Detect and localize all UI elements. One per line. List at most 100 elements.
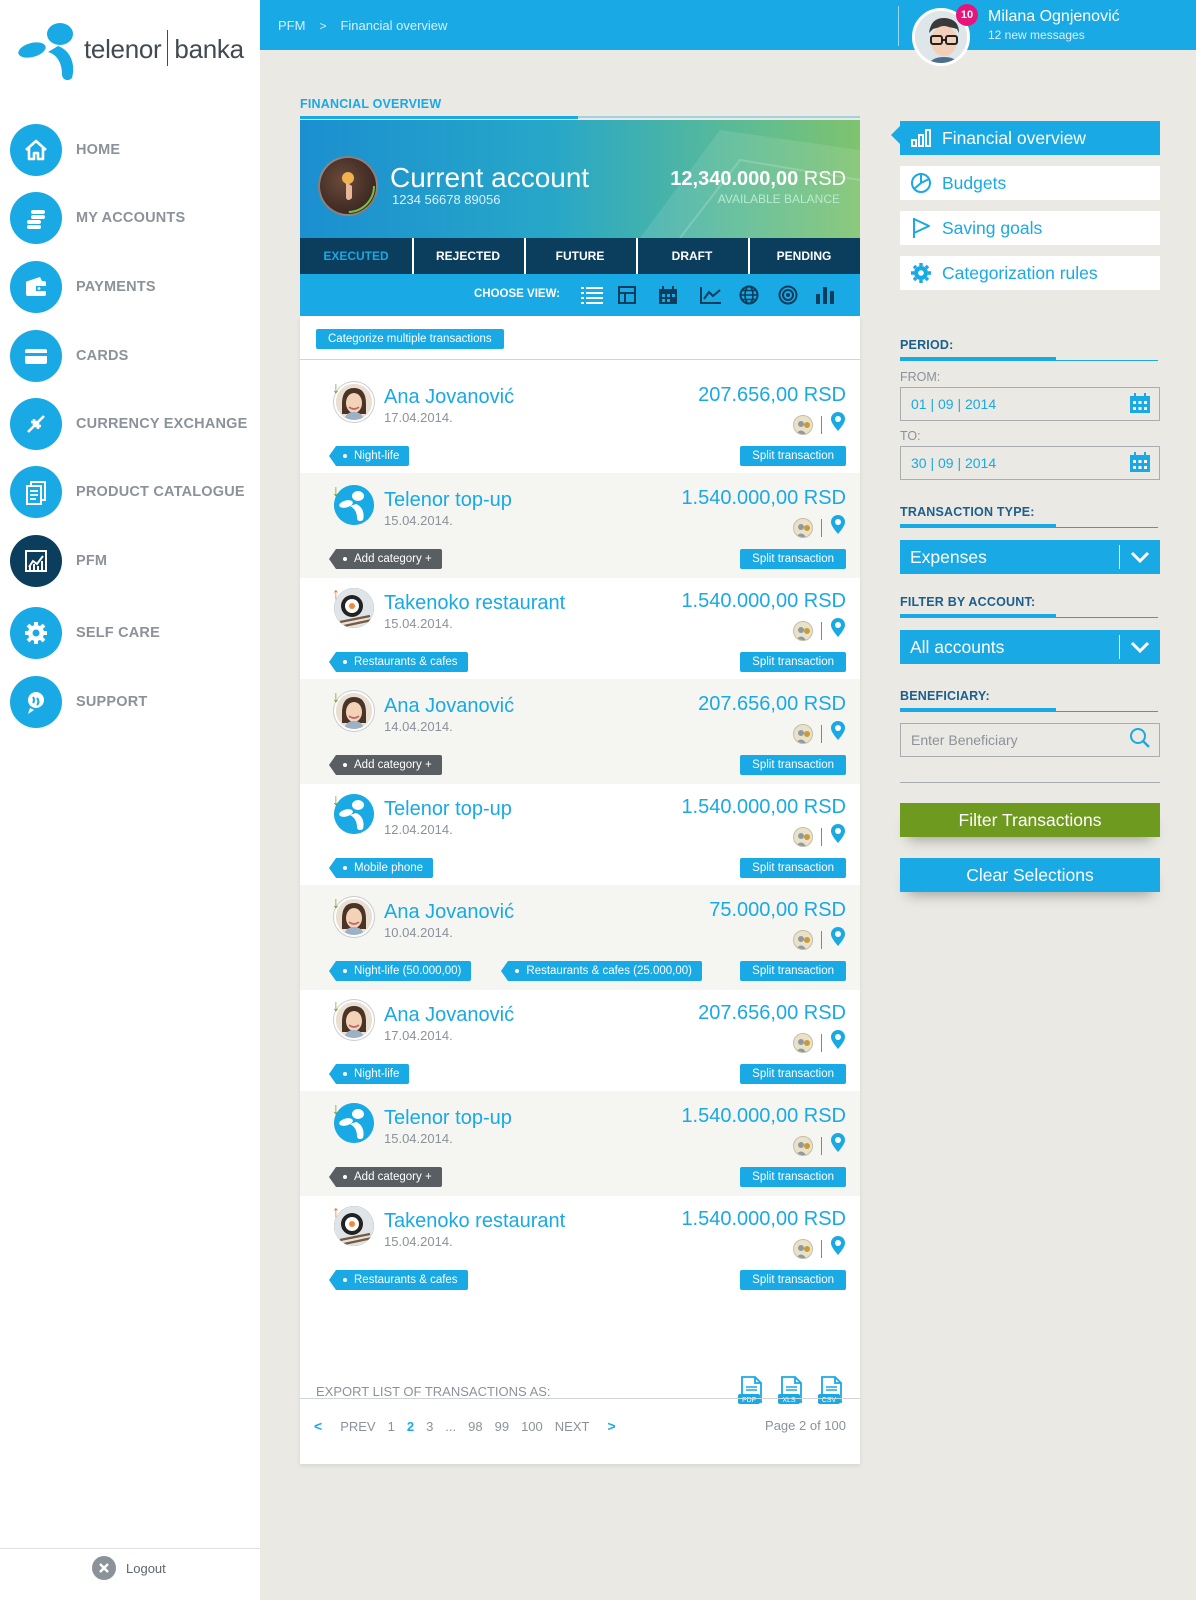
category-tag[interactable]: Night-life xyxy=(328,1064,410,1084)
split-transaction-button[interactable]: Split transaction xyxy=(740,1064,846,1084)
menu-saving-goals[interactable]: Saving goals xyxy=(900,211,1160,245)
target-icon[interactable] xyxy=(777,284,799,306)
calendar-icon[interactable] xyxy=(657,284,679,306)
page-link[interactable]: 99 xyxy=(495,1419,509,1434)
transaction-name[interactable]: Telenor top-up xyxy=(384,489,512,512)
split-transaction-button[interactable]: Split transaction xyxy=(740,858,846,878)
from-date-field[interactable]: 01 | 09 | 2014 xyxy=(900,387,1160,421)
line-chart-icon[interactable] xyxy=(700,284,722,306)
location-pin-icon[interactable] xyxy=(830,618,846,643)
page-link[interactable]: 3 xyxy=(426,1419,433,1434)
transaction-name[interactable]: Ana Jovanović xyxy=(384,386,514,409)
list-icon[interactable] xyxy=(581,284,603,306)
nav-currency-exchange[interactable]: CURRENCY EXCHANGE xyxy=(10,398,255,450)
logout-button[interactable]: Logout xyxy=(92,1556,166,1580)
calendar-icon[interactable] xyxy=(1129,392,1151,417)
transaction-name[interactable]: Telenor top-up xyxy=(384,798,512,821)
location-pin-icon[interactable] xyxy=(830,1030,846,1055)
beneficiary-input[interactable] xyxy=(911,732,1111,748)
people-icon[interactable] xyxy=(793,1135,813,1156)
transaction-name[interactable]: Ana Jovanović xyxy=(384,1004,514,1027)
tab-pending[interactable]: PENDING xyxy=(748,238,860,274)
csv-export-icon[interactable]: CSV xyxy=(816,1376,846,1406)
category-tag[interactable]: Night-life (50.000,00) xyxy=(328,961,472,981)
categorize-multiple-button[interactable]: Categorize multiple transactions xyxy=(316,329,504,349)
location-pin-icon[interactable] xyxy=(830,927,846,952)
transaction-name[interactable]: Takenoko restaurant xyxy=(384,1210,565,1233)
notification-badge[interactable]: 10 xyxy=(956,4,978,26)
people-icon[interactable] xyxy=(793,1032,813,1053)
category-tag[interactable]: Add category + xyxy=(329,1167,442,1187)
category-tag[interactable]: Mobile phone xyxy=(328,858,434,878)
split-transaction-button[interactable]: Split transaction xyxy=(740,446,846,466)
people-icon[interactable] xyxy=(793,414,813,435)
messages-count[interactable]: 12 new messages xyxy=(988,28,1085,42)
next-page-link[interactable]: NEXT xyxy=(555,1419,590,1434)
people-icon[interactable] xyxy=(793,723,813,744)
transaction-name[interactable]: Ana Jovanović xyxy=(384,695,514,718)
transaction-name[interactable]: Ana Jovanović xyxy=(384,901,514,924)
tab-draft[interactable]: DRAFT xyxy=(636,238,748,274)
category-tag[interactable]: Add category + xyxy=(329,755,442,775)
tab-future[interactable]: FUTURE xyxy=(524,238,636,274)
chevron-right-icon[interactable]: > xyxy=(607,1418,615,1434)
table-row[interactable]: ↑ Takenoko restaurant 15.04.2014. 1.540.000… xyxy=(300,576,860,681)
menu-budgets[interactable]: Budgets xyxy=(900,166,1160,200)
chevron-left-icon[interactable]: < xyxy=(314,1418,322,1434)
nav-home[interactable]: HOME xyxy=(10,124,255,176)
breadcrumb-pfm[interactable]: PFM xyxy=(278,18,305,33)
xls-export-icon[interactable]: XLS xyxy=(776,1376,806,1406)
people-icon[interactable] xyxy=(793,620,813,641)
split-transaction-button[interactable]: Split transaction xyxy=(740,652,846,672)
tab-executed[interactable]: EXECUTED xyxy=(300,238,412,274)
page-link[interactable]: 1 xyxy=(388,1419,395,1434)
to-date-field[interactable]: 30 | 09 | 2014 xyxy=(900,446,1160,480)
category-tag[interactable]: Add category + xyxy=(329,549,442,569)
menu-categorization-rules[interactable]: Categorization rules xyxy=(900,256,1160,290)
search-icon[interactable] xyxy=(1129,727,1151,754)
people-icon[interactable] xyxy=(793,826,813,847)
split-transaction-button[interactable]: Split transaction xyxy=(740,961,846,981)
table-row[interactable]: ↓ Ana Jovanović 17.04.2014. 207.656,00 RSD N… xyxy=(300,988,860,1093)
location-pin-icon[interactable] xyxy=(830,515,846,540)
table-row[interactable]: ↓ Ana Jovanović 17.04.2014. 207.656,00 RSD N… xyxy=(300,370,860,475)
page-link[interactable]: 100 xyxy=(521,1419,543,1434)
globe-icon[interactable] xyxy=(738,284,760,306)
clear-selections-button[interactable]: Clear Selections xyxy=(900,858,1160,892)
category-tag[interactable]: Night-life xyxy=(328,446,410,466)
calendar-icon[interactable] xyxy=(1129,451,1151,476)
user-name[interactable]: Milana Ognjenović xyxy=(988,8,1120,26)
category-tag[interactable]: Restaurants & cafes xyxy=(329,652,468,672)
split-transaction-button[interactable]: Split transaction xyxy=(740,755,846,775)
nav-payments[interactable]: PAYMENTS xyxy=(10,261,255,313)
nav-product-catalogue[interactable]: PRODUCT CATALOGUE xyxy=(10,466,255,518)
table-row[interactable]: ↓ Telenor top-up 15.04.2014. 1.540.000,00 R… xyxy=(300,1091,860,1196)
tab-rejected[interactable]: REJECTED xyxy=(412,238,524,274)
bar-chart-icon[interactable] xyxy=(814,284,836,306)
grid-icon[interactable] xyxy=(616,284,638,306)
telenor-banka-logo[interactable]: telenor banka xyxy=(18,20,248,82)
nav-self-care[interactable]: SELF CARE xyxy=(10,607,255,659)
people-icon[interactable] xyxy=(793,517,813,538)
menu-financial-overview[interactable]: Financial overview xyxy=(900,121,1160,155)
nav-cards[interactable]: CARDS xyxy=(10,330,255,382)
people-icon[interactable] xyxy=(793,929,813,950)
location-pin-icon[interactable] xyxy=(830,1236,846,1261)
location-pin-icon[interactable] xyxy=(830,1133,846,1158)
category-tag[interactable]: Restaurants & cafes xyxy=(329,1270,468,1290)
page-link-current[interactable]: 2 xyxy=(407,1419,414,1434)
nav-pfm[interactable]: PFM xyxy=(10,535,255,587)
pdf-export-icon[interactable]: PDF xyxy=(736,1376,766,1406)
table-row[interactable]: ↓ Ana Jovanović 10.04.2014. 75.000,00 RSD Ni… xyxy=(300,885,860,990)
location-pin-icon[interactable] xyxy=(830,412,846,437)
transaction-name[interactable]: Takenoko restaurant xyxy=(384,592,565,615)
people-icon[interactable] xyxy=(793,1238,813,1259)
category-tag[interactable]: Restaurants & cafes (25.000,00) xyxy=(501,961,702,981)
split-transaction-button[interactable]: Split transaction xyxy=(740,549,846,569)
nav-my-accounts[interactable]: MY ACCOUNTS xyxy=(10,192,255,244)
nav-support[interactable]: SUPPORT xyxy=(10,676,255,728)
table-row[interactable]: ↓ Telenor top-up 12.04.2014. 1.540.000,00 R… xyxy=(300,782,860,887)
filter-transactions-button[interactable]: Filter Transactions xyxy=(900,803,1160,837)
location-pin-icon[interactable] xyxy=(830,721,846,746)
transaction-type-select[interactable]: Expenses xyxy=(900,540,1160,574)
